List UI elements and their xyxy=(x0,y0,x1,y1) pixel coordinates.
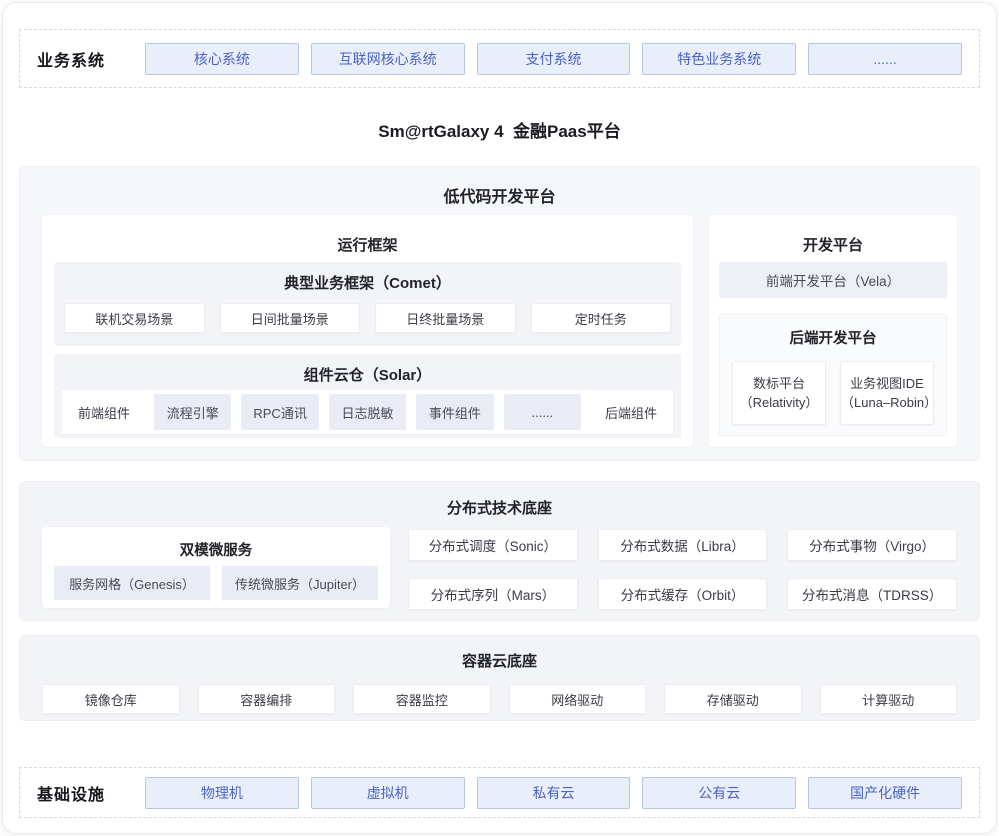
container-cloud-box: 存储驱动 xyxy=(664,684,802,714)
relativity-platform-box: 数标平台 （Relativity） xyxy=(732,361,826,425)
luna-robin-ide-codename: （Luna–Robin） xyxy=(841,393,933,413)
backend-component-box: 后端组件 xyxy=(591,390,671,434)
jupiter-microservice-box: 传统微服务（Jupiter） xyxy=(222,566,378,600)
backend-dev-platform-row: 数标平台 （Relativity） 业务视图IDE （Luna–Robin） xyxy=(732,361,934,425)
infrastructure-box: 国产化硬件 xyxy=(808,777,962,809)
architecture-diagram: 业务系统 核心系统 互联网核心系统 支付系统 特色业务系统 ...... Sm@… xyxy=(2,2,997,834)
solar-component-box: 流程引擎 xyxy=(154,394,231,430)
container-cloud-title: 容器云底座 xyxy=(20,650,979,671)
infrastructure-box: 私有云 xyxy=(477,777,631,809)
infrastructure-box: 物理机 xyxy=(145,777,299,809)
distributed-service-box: 分布式数据（Libra） xyxy=(598,529,768,561)
infrastructure-box: 公有云 xyxy=(642,777,796,809)
distributed-service-box: 分布式序列（Mars） xyxy=(408,578,578,610)
solar-component-title: 组件云仓（Solar） xyxy=(54,364,681,385)
backend-dev-platform-title: 后端开发平台 xyxy=(720,327,946,348)
solar-component-panel: 组件云仓（Solar） 前端组件 流程引擎 RPC通讯 日志脱敏 事件组件 ..… xyxy=(54,354,681,438)
infrastructure-section: 基础设施 物理机 虚拟机 私有云 公有云 国产化硬件 xyxy=(19,767,980,818)
runtime-framework-panel: 运行框架 典型业务框架（Comet） 联机交易场景 日间批量场景 日终批量场景 … xyxy=(42,215,693,447)
business-system-box: 核心系统 xyxy=(145,43,299,75)
solar-component-row: 前端组件 流程引擎 RPC通讯 日志脱敏 事件组件 ...... 后端组件 xyxy=(62,390,673,434)
distributed-service-box: 分布式调度（Sonic） xyxy=(408,529,578,561)
relativity-platform-codename: （Relativity） xyxy=(740,393,819,413)
infrastructure-boxes: 物理机 虚拟机 私有云 公有云 国产化硬件 xyxy=(145,777,962,809)
low-code-platform-title: 低代码开发平台 xyxy=(20,183,979,207)
comet-scenario-box: 日终批量场景 xyxy=(375,303,516,333)
frontend-component-box: 前端组件 xyxy=(64,390,144,434)
business-system-box: 特色业务系统 xyxy=(642,43,796,75)
dual-mode-microservice-row: 服务网格（Genesis） 传统微服务（Jupiter） xyxy=(54,566,378,600)
comet-framework-panel: 典型业务框架（Comet） 联机交易场景 日间批量场景 日终批量场景 定时任务 xyxy=(54,262,681,346)
dual-mode-microservice-title: 双模微服务 xyxy=(42,539,390,560)
dual-mode-microservice-panel: 双模微服务 服务网格（Genesis） 传统微服务（Jupiter） xyxy=(42,527,390,608)
comet-scenario-row: 联机交易场景 日间批量场景 日终批量场景 定时任务 xyxy=(64,303,671,333)
dev-platform-title: 开发平台 xyxy=(709,234,957,255)
luna-robin-ide-name: 业务视图IDE xyxy=(850,374,924,394)
runtime-framework-title: 运行框架 xyxy=(42,234,693,255)
solar-component-box: 日志脱敏 xyxy=(329,394,406,430)
relativity-platform-name: 数标平台 xyxy=(753,374,805,394)
backend-dev-platform-panel: 后端开发平台 数标平台 （Relativity） 业务视图IDE （Luna–R… xyxy=(719,314,947,436)
container-cloud-box: 镜像仓库 xyxy=(42,684,180,714)
solar-component-box: ...... xyxy=(504,394,581,430)
container-cloud-box: 容器监控 xyxy=(353,684,491,714)
solar-component-box: 事件组件 xyxy=(416,394,493,430)
page-title: Sm@rtGalaxy 4 金融Paas平台 xyxy=(3,117,996,142)
container-cloud-row: 镜像仓库 容器编排 容器监控 网络驱动 存储驱动 计算驱动 xyxy=(42,684,957,714)
distributed-services-grid: 分布式调度（Sonic） 分布式数据（Libra） 分布式事物（Virgo） 分… xyxy=(408,529,957,610)
distributed-base-section: 分布式技术底座 双模微服务 服务网格（Genesis） 传统微服务（Jupite… xyxy=(19,481,980,621)
distributed-service-box: 分布式消息（TDRSS） xyxy=(787,578,957,610)
comet-scenario-box: 日间批量场景 xyxy=(220,303,361,333)
business-system-box: 支付系统 xyxy=(477,43,631,75)
distributed-service-box: 分布式事物（Virgo） xyxy=(787,529,957,561)
business-system-box: 互联网核心系统 xyxy=(311,43,465,75)
container-cloud-section: 容器云底座 镜像仓库 容器编排 容器监控 网络驱动 存储驱动 计算驱动 xyxy=(19,635,980,721)
comet-scenario-box: 联机交易场景 xyxy=(64,303,205,333)
vela-frontend-platform-box: 前端开发平台（Vela） xyxy=(719,262,947,298)
distributed-service-box: 分布式缓存（Orbit） xyxy=(598,578,768,610)
infrastructure-label: 基础设施 xyxy=(37,781,145,805)
container-cloud-box: 容器编排 xyxy=(198,684,336,714)
business-systems-section: 业务系统 核心系统 互联网核心系统 支付系统 特色业务系统 ...... xyxy=(19,29,980,88)
comet-framework-title: 典型业务框架（Comet） xyxy=(54,272,681,293)
low-code-platform-section: 低代码开发平台 运行框架 典型业务框架（Comet） 联机交易场景 日间批量场景… xyxy=(19,166,980,461)
comet-scenario-box: 定时任务 xyxy=(531,303,672,333)
business-system-box: ...... xyxy=(808,43,962,75)
business-systems-label: 业务系统 xyxy=(37,47,145,71)
dev-platform-panel: 开发平台 前端开发平台（Vela） 后端开发平台 数标平台 （Relativit… xyxy=(709,215,957,447)
container-cloud-box: 网络驱动 xyxy=(509,684,647,714)
container-cloud-box: 计算驱动 xyxy=(820,684,958,714)
genesis-service-mesh-box: 服务网格（Genesis） xyxy=(54,566,210,600)
distributed-base-title: 分布式技术底座 xyxy=(20,497,979,518)
infrastructure-box: 虚拟机 xyxy=(311,777,465,809)
luna-robin-ide-box: 业务视图IDE （Luna–Robin） xyxy=(840,361,934,425)
business-systems-boxes: 核心系统 互联网核心系统 支付系统 特色业务系统 ...... xyxy=(145,43,962,75)
solar-component-box: RPC通讯 xyxy=(241,394,318,430)
